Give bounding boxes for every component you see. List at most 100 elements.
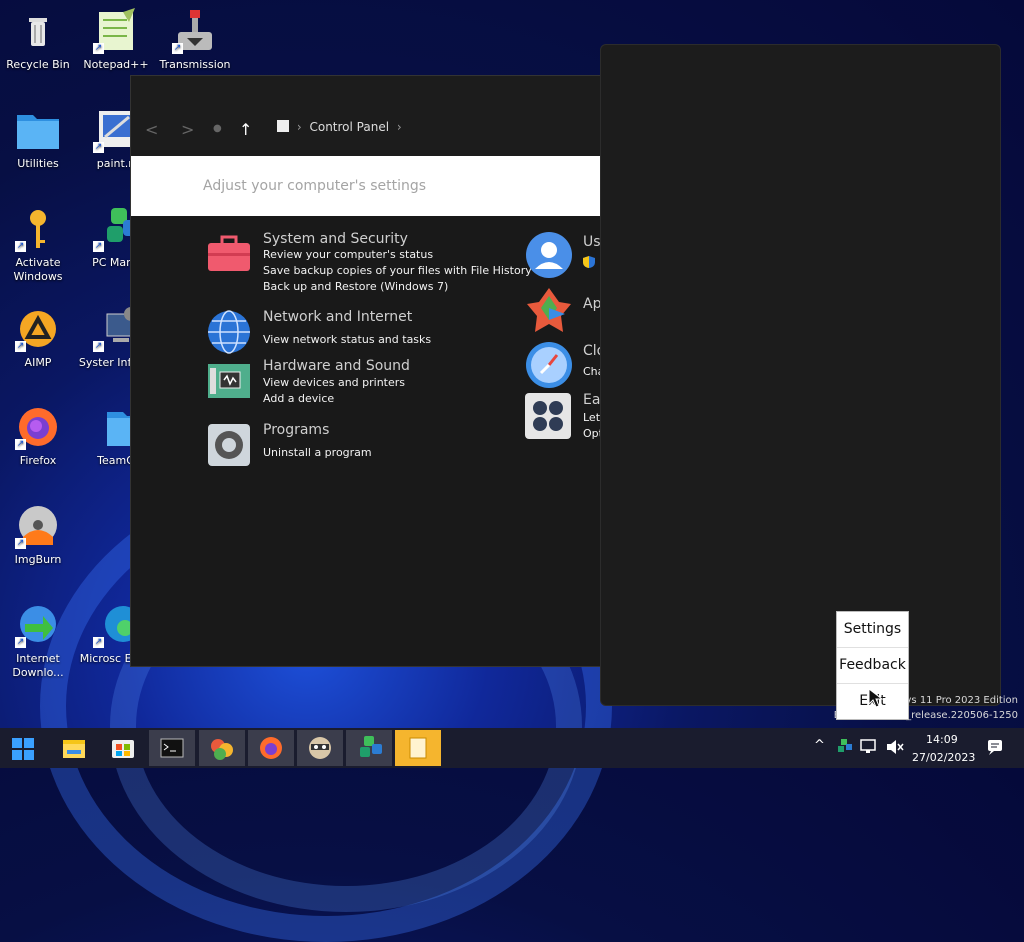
firefox-icon: ↗ [15, 404, 61, 450]
category-clock-region[interactable]: Clo Cha [525, 341, 601, 393]
link-review-status[interactable]: Review your computer's status [263, 248, 433, 261]
link-backup-restore[interactable]: Back up and Restore (Windows 7) [263, 280, 448, 293]
desktop-icon-internet-download-manager[interactable]: ↗ Internet Downlo... [0, 602, 76, 680]
link-devices-printers[interactable]: View devices and printers [263, 376, 405, 389]
watermark-edition: vs 11 Pro 2023 Edition [905, 695, 1018, 706]
desktop-icon-transmission[interactable]: ↗ Transmission [157, 8, 233, 72]
link-file-history[interactable]: Save backup copies of your files with Fi… [263, 264, 532, 277]
desktop-icon-recycle-bin[interactable]: Recycle Bin [0, 8, 76, 72]
clock-icon [526, 342, 572, 388]
desktop-icon-label: AIMP [24, 356, 52, 369]
desktop-icon-notepad-plus-plus[interactable]: ↗ Notepad++ [78, 8, 154, 72]
desktop-icon-firefox[interactable]: ↗ Firefox [0, 404, 76, 468]
shortcut-arrow-icon: ↗ [93, 341, 104, 352]
start-button[interactable] [0, 730, 46, 766]
category-title[interactable]: Ap [583, 296, 601, 312]
transmission-icon: ↗ [172, 8, 218, 54]
desktop-icon-activate-windows[interactable]: ↗ Activate Windows [0, 206, 76, 284]
breadcrumb[interactable]: › Control Panel › [277, 120, 402, 134]
circuit-board-icon [206, 358, 252, 404]
desktop-icon-label: Internet Downlo... [12, 652, 64, 679]
category-title[interactable]: Us [583, 234, 601, 250]
clock-time[interactable]: 14:09 [926, 733, 958, 746]
category-link[interactable]: Opt [583, 427, 601, 440]
desktop-icon-utilities[interactable]: Utilities [0, 107, 76, 171]
link-add-device[interactable]: Add a device [263, 392, 334, 405]
category-title[interactable]: Programs [263, 422, 329, 438]
shortcut-arrow-icon: ↗ [172, 43, 183, 54]
category-link[interactable]: Let [583, 411, 600, 424]
category-title[interactable]: Ea [583, 392, 600, 408]
desktop-icon-imgburn[interactable]: ↗ ImgBurn [0, 503, 76, 567]
taskbar-app-raccoon[interactable] [297, 730, 343, 766]
toolbox-icon [206, 231, 252, 277]
breadcrumb-control-panel[interactable]: Control Panel [309, 120, 389, 134]
notifications-icon[interactable] [987, 739, 1003, 758]
shield-icon [583, 253, 595, 268]
folder-icon [15, 107, 61, 153]
show-hidden-icons-chevron-icon[interactable]: ^ [814, 738, 825, 753]
category-user-accounts[interactable]: Us [525, 231, 601, 283]
category-title[interactable]: Clo [583, 343, 601, 359]
globe-icon [206, 309, 252, 355]
programs-icon [206, 422, 252, 468]
taskbar-file-explorer[interactable] [51, 730, 97, 766]
link-uninstall-program[interactable]: Uninstall a program [263, 446, 372, 459]
volume-muted-icon[interactable] [886, 739, 904, 758]
link-network-status[interactable]: View network status and tasks [263, 333, 431, 346]
breadcrumb-chevron-icon[interactable]: › [397, 120, 402, 134]
shortcut-arrow-icon: ↗ [15, 439, 26, 450]
key-icon: ↗ [15, 206, 61, 252]
clock-date[interactable]: 27/02/2023 [912, 751, 975, 764]
shortcut-arrow-icon: ↗ [93, 43, 104, 54]
page-header: Adjust your computer's settings [131, 156, 601, 216]
category-title[interactable]: Hardware and Sound [263, 358, 410, 374]
menu-item-feedback[interactable]: Feedback [837, 648, 908, 684]
taskbar-control-panel[interactable] [199, 730, 245, 766]
taskbar-notes-app[interactable] [395, 730, 441, 766]
tray-pc-manager-icon[interactable] [836, 739, 852, 758]
recent-locations-icon[interactable]: ● [213, 123, 222, 134]
appearance-icon [527, 288, 571, 332]
desktop-icon-label: Transmission [159, 58, 231, 71]
taskbar-terminal[interactable] [149, 730, 195, 766]
desktop-icon-label: Utilities [17, 157, 59, 170]
windows-logo-icon [12, 738, 34, 760]
taskbar-store[interactable] [100, 730, 146, 766]
ease-of-access-icon [525, 393, 571, 439]
taskbar-pc-manager[interactable] [346, 730, 392, 766]
category-title[interactable]: Network and Internet [263, 309, 412, 325]
aimp-icon: ↗ [15, 306, 61, 352]
category-appearance[interactable]: Ap [525, 286, 601, 338]
desktop-icon-aimp[interactable]: ↗ AIMP [0, 306, 76, 370]
forward-arrow-icon[interactable]: > [181, 120, 194, 139]
category-ease-of-access[interactable]: Ea Let Opt [525, 392, 601, 445]
back-arrow-icon[interactable]: < [145, 120, 158, 139]
recycle-bin-icon [15, 8, 61, 54]
navigation-bar: < > ● ↑ › Control Panel › [131, 76, 601, 156]
control-panel-window: < > ● ↑ › Control Panel › Adjust your co… [130, 75, 602, 667]
shortcut-arrow-icon: ↗ [93, 241, 104, 252]
raccoon-app-icon [309, 737, 331, 759]
taskbar: ^ 14:09 27/02/2023 [0, 728, 1024, 768]
shortcut-arrow-icon: ↗ [93, 142, 104, 153]
network-icon[interactable] [860, 739, 878, 758]
control-panel-icon [211, 739, 233, 760]
blank-window-panel[interactable] [600, 44, 1001, 706]
category-link[interactable]: Cha [583, 365, 601, 378]
up-arrow-icon[interactable]: ↑ [239, 120, 252, 139]
notepad-plus-plus-icon: ↗ [93, 8, 139, 54]
pc-manager-icon [360, 736, 382, 757]
internet-download-manager-icon: ↗ [15, 602, 61, 648]
shortcut-arrow-icon: ↗ [15, 637, 26, 648]
shortcut-arrow-icon: ↗ [15, 538, 26, 549]
desktop-icon-label: Notepad++ [83, 58, 149, 71]
store-icon [112, 740, 134, 758]
notes-icon [409, 737, 427, 759]
user-accounts-icon [526, 232, 572, 278]
shortcut-arrow-icon: ↗ [15, 241, 26, 252]
category-title[interactable]: System and Security [263, 231, 408, 247]
file-explorer-icon [63, 740, 85, 758]
taskbar-firefox[interactable] [248, 730, 294, 766]
menu-item-settings[interactable]: Settings [837, 612, 908, 648]
